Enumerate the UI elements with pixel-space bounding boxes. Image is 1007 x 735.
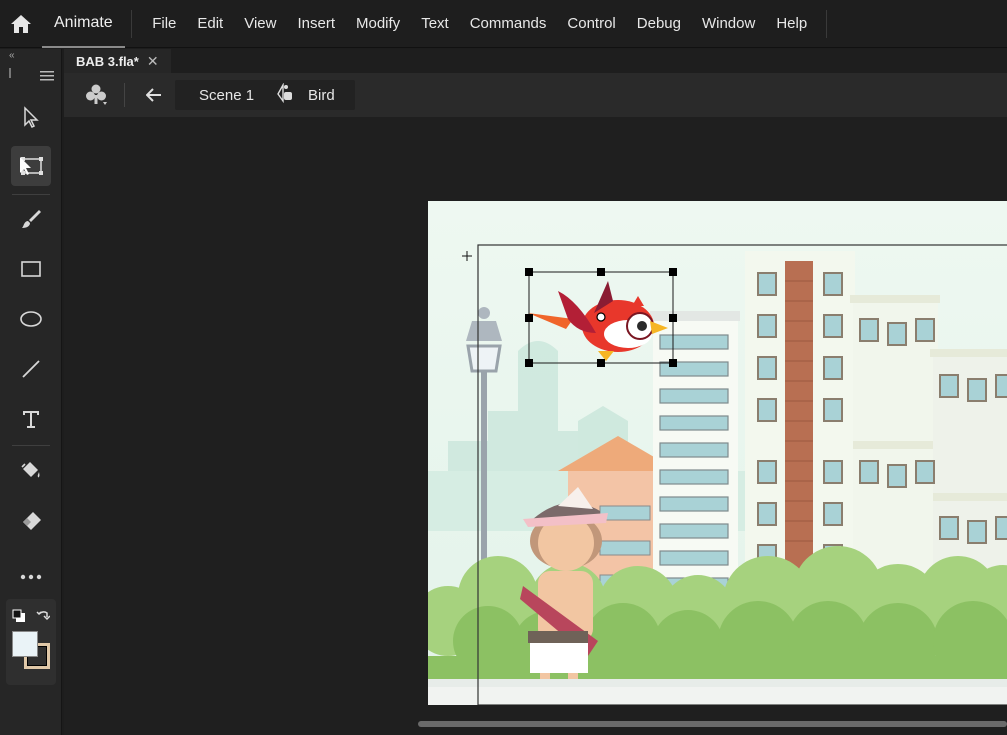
menu-item-file[interactable]: File — [142, 0, 187, 48]
editbar-divider — [124, 83, 125, 107]
collapse-panel-icon[interactable]: « — [9, 50, 15, 61]
menu-item-edit[interactable]: Edit — [187, 0, 234, 48]
panel-gripper[interactable] — [9, 68, 11, 78]
breadcrumb-symbol[interactable]: Bird — [308, 87, 335, 104]
selection-tool-icon[interactable] — [11, 97, 51, 137]
stage-artwork — [428, 201, 1007, 705]
menu-items: File Edit View Insert Modify Text Commands Cont… — [142, 0, 818, 48]
fill-color-swatch[interactable] — [12, 631, 38, 657]
oval-tool-icon[interactable] — [11, 299, 51, 339]
swap-colors-icon[interactable] — [36, 609, 51, 628]
menu-item-insert[interactable]: Insert — [287, 0, 346, 48]
menu-item-control[interactable]: Control — [557, 0, 626, 48]
stage-canvas[interactable] — [428, 201, 1007, 705]
menu-item-text[interactable]: Text — [411, 0, 460, 48]
toolbar-divider — [12, 194, 50, 195]
menu-item-help[interactable]: Help — [766, 0, 818, 48]
horizontal-scrollbar[interactable] — [418, 721, 1007, 727]
edit-symbols-icon[interactable] — [84, 83, 108, 112]
more-tools-icon[interactable] — [11, 557, 51, 597]
menu-item-debug[interactable]: Debug — [626, 0, 691, 48]
menu-item-view[interactable]: View — [234, 0, 287, 48]
eraser-tool-icon[interactable] — [11, 501, 51, 541]
breadcrumb-scene[interactable]: Scene 1 — [199, 87, 254, 104]
menu-bar: Animate File Edit View Insert Modify Text Comm… — [0, 0, 1007, 48]
panel-menu-icon[interactable] — [40, 68, 54, 86]
brush-tool-icon[interactable] — [11, 199, 51, 239]
symbol-icon — [274, 82, 294, 107]
home-icon[interactable] — [0, 0, 42, 48]
default-colors-icon[interactable] — [12, 609, 26, 628]
line-tool-icon[interactable] — [11, 349, 51, 389]
document-tab-title: BAB 3.fla* — [76, 53, 139, 69]
rectangle-tool-icon[interactable] — [11, 249, 51, 289]
menu-separator — [825, 9, 827, 38]
menu-separator — [130, 9, 132, 38]
edit-bar: Scene 1 Bird — [64, 73, 1007, 117]
tools-panel-header: « — [0, 49, 61, 87]
menu-item-window[interactable]: Window — [691, 0, 765, 48]
breadcrumb: Scene 1 Bird — [175, 80, 355, 110]
paint-bucket-tool-icon[interactable] — [11, 451, 51, 491]
tools-panel: « — [0, 49, 62, 735]
app-name: Animate — [42, 0, 125, 48]
menu-item-modify[interactable]: Modify — [346, 0, 411, 48]
menu-item-commands[interactable]: Commands — [459, 0, 557, 48]
color-controls — [6, 599, 56, 685]
toolbar-divider — [12, 445, 50, 446]
document-tab[interactable]: BAB 3.fla* ✕ — [64, 49, 171, 73]
text-tool-icon[interactable] — [11, 399, 51, 439]
back-arrow-icon[interactable] — [145, 88, 162, 107]
free-transform-tool-icon[interactable] — [11, 146, 51, 186]
document-tab-bar: BAB 3.fla* ✕ — [64, 49, 1007, 73]
close-tab-icon[interactable]: ✕ — [147, 53, 159, 70]
